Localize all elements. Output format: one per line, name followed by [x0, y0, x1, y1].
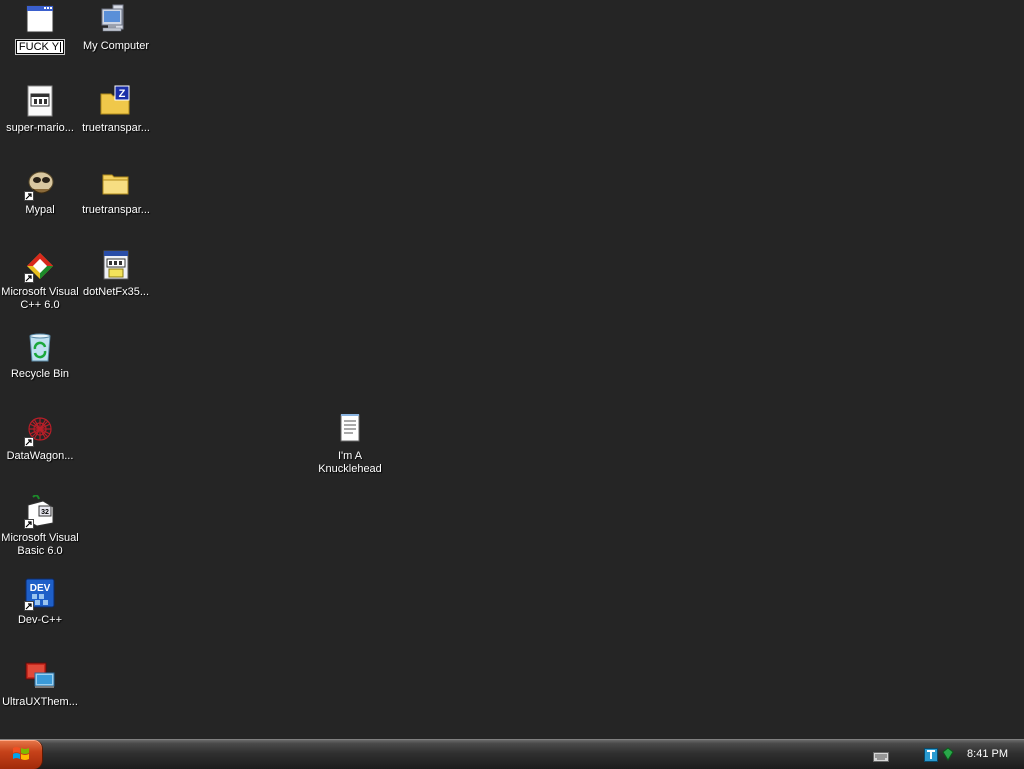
- zip-folder-icon: Z: [99, 85, 133, 119]
- msvb-icon: 32: [23, 495, 57, 529]
- icon-label: dotNetFx35...: [82, 286, 150, 298]
- rename-textbox[interactable]: FUCK Y: [14, 39, 66, 55]
- icon-label: UltraUXThem...: [2, 696, 78, 708]
- desktop-icon-truetransparency-zip[interactable]: Z truetranspar...: [77, 85, 155, 135]
- icon-label: Dev-C++: [17, 614, 63, 626]
- windows-logo-icon: [13, 747, 29, 760]
- network-icon[interactable]: [924, 747, 940, 768]
- icon-label: super-mario...: [6, 122, 74, 134]
- shortcut-arrow-icon: [24, 437, 34, 447]
- desktop[interactable]: FUCK Y My Computer super-mario... Z true…: [0, 0, 1024, 739]
- msvc-icon: [23, 249, 57, 283]
- my-computer-icon: [99, 3, 133, 37]
- icon-label: truetranspar...: [82, 122, 150, 134]
- desktop-icon-knucklehead[interactable]: I'm A Knucklehead: [311, 413, 389, 476]
- executable-icon: [23, 85, 57, 119]
- desktop-icon-super-mario[interactable]: super-mario...: [1, 85, 79, 135]
- desktop-icon-datawagon[interactable]: DataWagon...: [1, 413, 79, 463]
- mypal-icon: [23, 167, 57, 201]
- datawagon-icon: [23, 413, 57, 447]
- icon-label: My Computer: [82, 40, 150, 52]
- devcpp-icon: DEV: [23, 577, 57, 611]
- recycle-bin-icon: [23, 331, 57, 365]
- keyboard-icon[interactable]: [873, 749, 889, 767]
- window-icon: [23, 3, 57, 37]
- icon-label: DataWagon...: [6, 450, 74, 462]
- svg-text:Z: Z: [119, 88, 126, 100]
- ultraux-icon: [23, 659, 57, 693]
- svg-text:DEV: DEV: [30, 583, 51, 594]
- desktop-icon-mypal[interactable]: Mypal: [1, 167, 79, 217]
- icon-label: truetranspar...: [82, 204, 150, 216]
- desktop-icon-my-computer[interactable]: My Computer: [77, 3, 155, 53]
- desktop-icon-dotnet[interactable]: dotNetFx35...: [77, 249, 155, 299]
- icon-label: Recycle Bin: [10, 368, 70, 380]
- installer-icon: [99, 249, 133, 283]
- desktop-icon-recycle-bin[interactable]: Recycle Bin: [1, 331, 79, 381]
- notepad-icon: [333, 413, 367, 447]
- desktop-icon-msvb[interactable]: 32 Microsoft Visual Basic 6.0: [1, 495, 79, 558]
- shortcut-arrow-icon: [24, 601, 34, 611]
- taskbar-clock[interactable]: 8:41 PM: [967, 747, 1008, 761]
- icon-label: Mypal: [25, 204, 55, 216]
- text-caret: [60, 42, 62, 53]
- desktop-icon-devcpp[interactable]: DEV Dev-C++: [1, 577, 79, 627]
- icon-label: I'm A Knucklehead: [318, 450, 382, 475]
- shortcut-arrow-icon: [24, 191, 34, 201]
- desktop-icon-ultraux[interactable]: UltraUXThem...: [1, 659, 79, 709]
- desktop-icon-renaming[interactable]: FUCK Y: [1, 3, 79, 55]
- desktop-icon-msvc[interactable]: Microsoft Visual C++ 6.0: [1, 249, 79, 312]
- status-icon[interactable]: [942, 747, 954, 766]
- taskbar: 8:41 PM: [0, 739, 1024, 769]
- shortcut-arrow-icon: [24, 519, 34, 529]
- icon-label: Microsoft Visual Basic 6.0: [1, 532, 79, 557]
- icon-label: Microsoft Visual C++ 6.0: [1, 286, 79, 311]
- shortcut-arrow-icon: [24, 273, 34, 283]
- system-tray: 8:41 PM: [869, 740, 1024, 769]
- desktop-icon-truetransparency-folder[interactable]: truetranspar...: [77, 167, 155, 217]
- svg-text:32: 32: [41, 509, 49, 516]
- start-button[interactable]: [0, 740, 43, 769]
- folder-icon: [99, 167, 133, 201]
